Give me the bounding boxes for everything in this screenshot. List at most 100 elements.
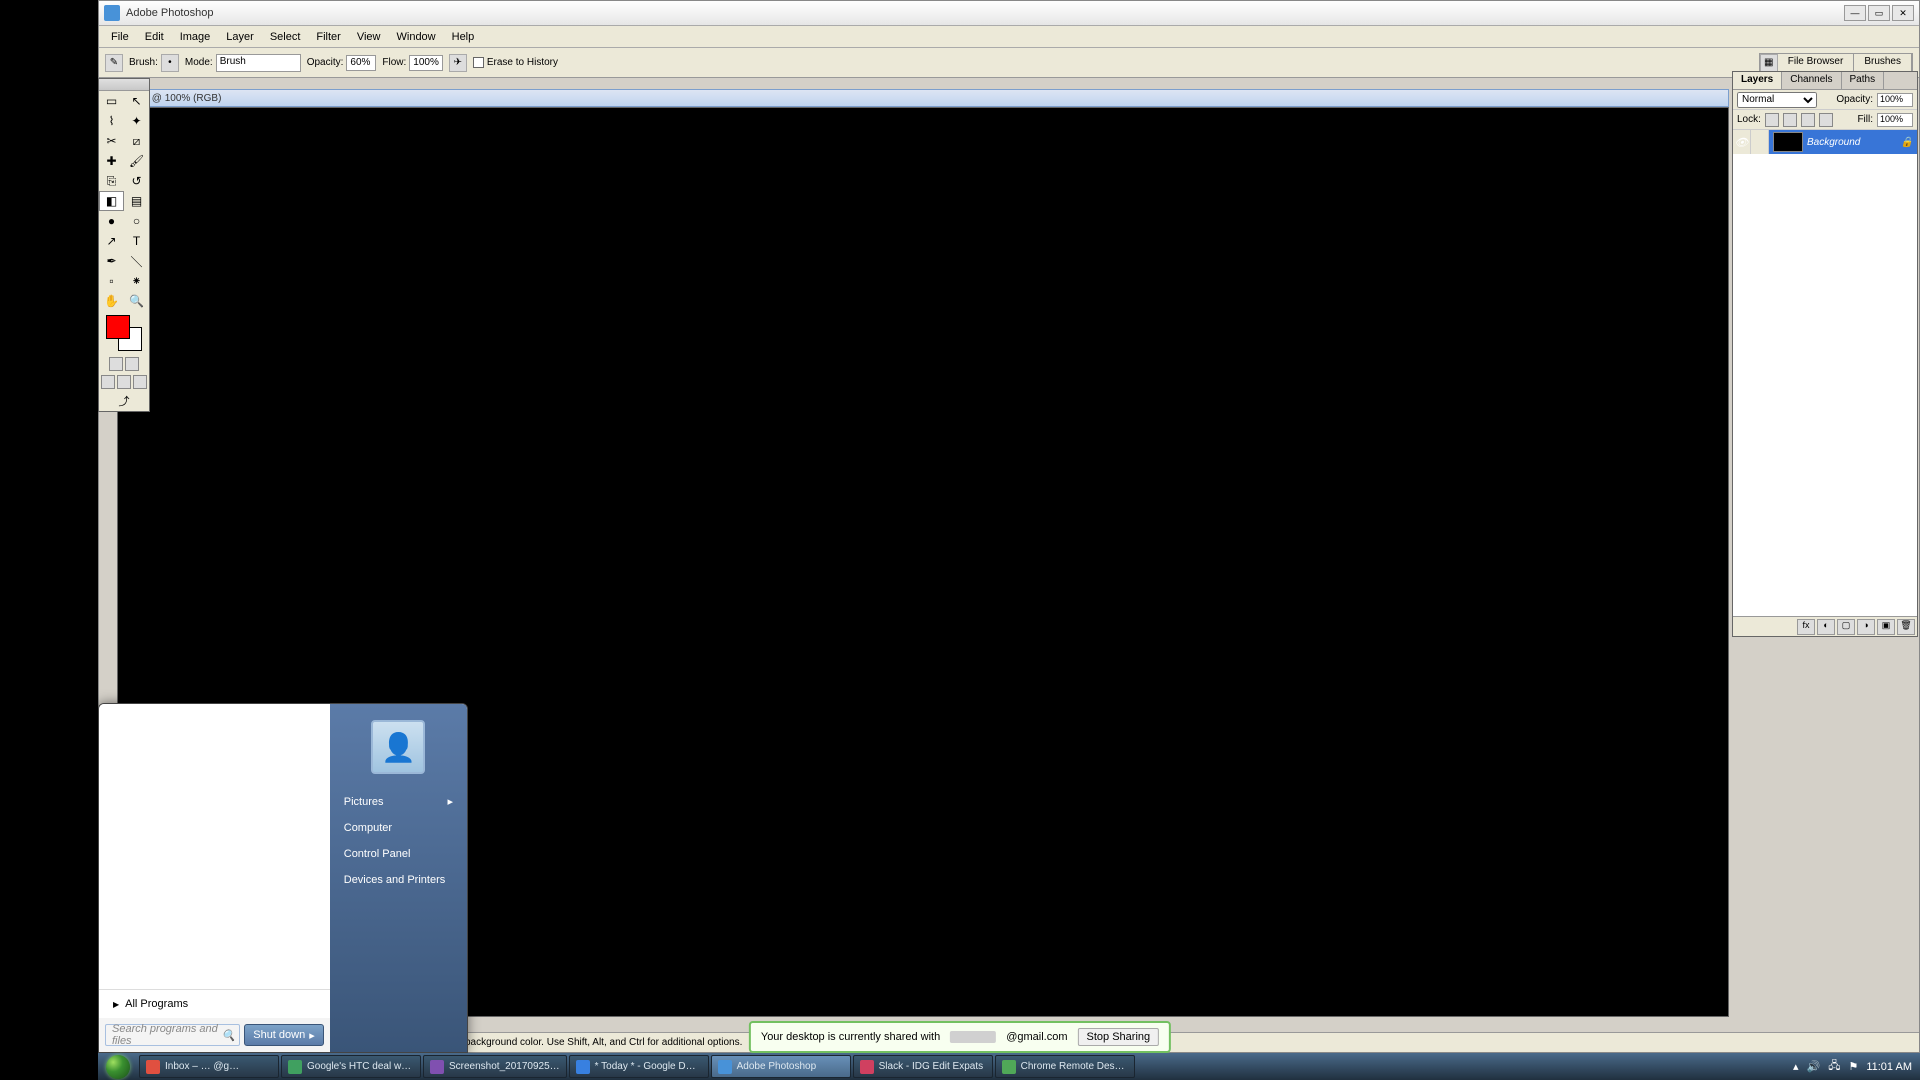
pen-tool[interactable]: ✒: [99, 251, 124, 271]
taskbar-item-screenshot[interactable]: Screenshot_20170925…: [423, 1055, 567, 1078]
tab-channels[interactable]: Channels: [1782, 72, 1841, 89]
all-programs-button[interactable]: All Programs: [99, 989, 330, 1018]
crop-tool[interactable]: ✂: [99, 131, 124, 151]
close-button[interactable]: ✕: [1892, 5, 1914, 21]
path-tool[interactable]: ↗: [99, 231, 124, 251]
standard-mode-button[interactable]: [109, 357, 123, 371]
brush-tool[interactable]: 🖌: [124, 151, 149, 171]
menu-view[interactable]: View: [349, 29, 389, 45]
layer-row-background[interactable]: 👁 Background 🔒: [1733, 130, 1917, 154]
remote-email-suffix: @gmail.com: [1006, 1031, 1067, 1043]
marquee-tool[interactable]: ▭: [99, 91, 124, 111]
search-input[interactable]: Search programs and files: [105, 1024, 240, 1046]
tool-preset-icon[interactable]: ✎: [105, 54, 123, 72]
taskbar-item-crd[interactable]: Chrome Remote Des…: [995, 1055, 1135, 1078]
taskbar-item-label: Google's HTC deal w…: [307, 1061, 411, 1072]
taskbar-item-chrome-htc[interactable]: Google's HTC deal w…: [281, 1055, 421, 1078]
hand-tool[interactable]: ✋: [99, 291, 124, 311]
layer-thumbnail[interactable]: [1773, 132, 1803, 152]
start-item-devices-printers[interactable]: Devices and Printers: [330, 867, 467, 893]
brush-preset-picker[interactable]: •: [161, 54, 179, 72]
taskbar-item-gdocs[interactable]: * Today * - Google D…: [569, 1055, 709, 1078]
palette-well-icon[interactable]: ▦: [1760, 54, 1778, 72]
tools-grip[interactable]: [99, 79, 149, 91]
lock-position-icon[interactable]: [1801, 113, 1815, 127]
clock[interactable]: 11:01 AM: [1866, 1061, 1912, 1073]
screen-standard-button[interactable]: [101, 375, 115, 389]
taskbar-item-inbox[interactable]: Inbox – … @g…: [139, 1055, 279, 1078]
tab-file-browser[interactable]: File Browser: [1778, 54, 1855, 72]
menu-window[interactable]: Window: [389, 29, 444, 45]
menu-image[interactable]: Image: [172, 29, 219, 45]
lock-transparent-icon[interactable]: [1765, 113, 1779, 127]
screen-full-button[interactable]: [133, 375, 147, 389]
lasso-tool[interactable]: ⌇: [99, 111, 124, 131]
heal-tool[interactable]: ✚: [99, 151, 124, 171]
shutdown-button[interactable]: Shut down ▸: [244, 1024, 324, 1046]
fill-field[interactable]: 100%: [1877, 113, 1913, 127]
eyedropper-tool[interactable]: ⁕: [124, 271, 149, 291]
shape-tool[interactable]: ＼: [124, 251, 149, 271]
menu-edit[interactable]: Edit: [137, 29, 172, 45]
opacity-field[interactable]: 60%: [346, 55, 376, 71]
history-brush-tool[interactable]: ↺: [124, 171, 149, 191]
tray-volume-icon[interactable]: 🔊: [1806, 1060, 1820, 1073]
eraser-tool[interactable]: ◧: [99, 191, 124, 211]
layer-style-button[interactable]: fx: [1797, 619, 1815, 635]
app-icon: [104, 5, 120, 21]
start-button[interactable]: [98, 1053, 138, 1080]
taskbar-item-label: Screenshot_20170925…: [449, 1061, 560, 1072]
airbrush-icon[interactable]: ✈: [449, 54, 467, 72]
move-tool[interactable]: ↖: [124, 91, 149, 111]
adjustment-layer-button[interactable]: ◑: [1857, 619, 1875, 635]
new-set-button[interactable]: ▢: [1837, 619, 1855, 635]
menu-file[interactable]: File: [103, 29, 137, 45]
type-tool[interactable]: T: [124, 231, 149, 251]
tab-layers[interactable]: Layers: [1733, 72, 1782, 89]
maximize-button[interactable]: ▭: [1868, 5, 1890, 21]
quickmask-mode-button[interactable]: [125, 357, 139, 371]
gradient-tool[interactable]: ▤: [124, 191, 149, 211]
tray-chevron-icon[interactable]: ▴: [1793, 1060, 1799, 1073]
screen-full-menu-button[interactable]: [117, 375, 131, 389]
tray-action-icon[interactable]: ⚑: [1848, 1060, 1858, 1073]
app-icon: [718, 1060, 732, 1074]
slice-tool[interactable]: ⧄: [124, 131, 149, 151]
taskbar-item-photoshop[interactable]: Adobe Photoshop: [711, 1055, 851, 1078]
foreground-color-swatch[interactable]: [106, 315, 130, 339]
taskbar-item-slack[interactable]: Slack - IDG Edit Expats: [853, 1055, 993, 1078]
user-avatar[interactable]: 👤: [371, 720, 425, 774]
link-cell[interactable]: [1751, 130, 1769, 154]
document-title-bar[interactable]: tled-2 @ 100% (RGB): [117, 89, 1729, 107]
start-item-pictures[interactable]: Pictures▸: [330, 788, 467, 815]
wand-tool[interactable]: ✦: [124, 111, 149, 131]
new-layer-button[interactable]: ▣: [1877, 619, 1895, 635]
delete-layer-button[interactable]: 🗑: [1897, 619, 1915, 635]
minimize-button[interactable]: —: [1844, 5, 1866, 21]
jump-to-imageready[interactable]: ⤴: [99, 391, 149, 411]
start-item-control-panel[interactable]: Control Panel: [330, 841, 467, 867]
layer-mask-button[interactable]: ◐: [1817, 619, 1835, 635]
stamp-tool[interactable]: ⎘: [99, 171, 124, 191]
menu-help[interactable]: Help: [444, 29, 483, 45]
lock-pixels-icon[interactable]: [1783, 113, 1797, 127]
mode-select[interactable]: Brush: [216, 54, 301, 72]
start-item-computer[interactable]: Computer: [330, 815, 467, 841]
layer-opacity-field[interactable]: 100%: [1877, 93, 1913, 107]
stop-sharing-button[interactable]: Stop Sharing: [1078, 1028, 1160, 1046]
menu-filter[interactable]: Filter: [308, 29, 348, 45]
blur-tool[interactable]: ●: [99, 211, 124, 231]
flow-field[interactable]: 100%: [409, 55, 443, 71]
lock-all-icon[interactable]: [1819, 113, 1833, 127]
zoom-tool[interactable]: 🔍: [124, 291, 149, 311]
visibility-icon[interactable]: 👁: [1733, 130, 1751, 154]
notes-tool[interactable]: ▫: [99, 271, 124, 291]
tab-brushes[interactable]: Brushes: [1854, 54, 1912, 72]
tab-paths[interactable]: Paths: [1842, 72, 1885, 89]
dodge-tool[interactable]: ○: [124, 211, 149, 231]
menu-select[interactable]: Select: [262, 29, 309, 45]
blend-mode-select[interactable]: Normal: [1737, 92, 1817, 108]
menu-layer[interactable]: Layer: [218, 29, 262, 45]
erase-history-checkbox[interactable]: [473, 57, 484, 68]
tray-network-icon[interactable]: 🖧: [1828, 1057, 1840, 1076]
